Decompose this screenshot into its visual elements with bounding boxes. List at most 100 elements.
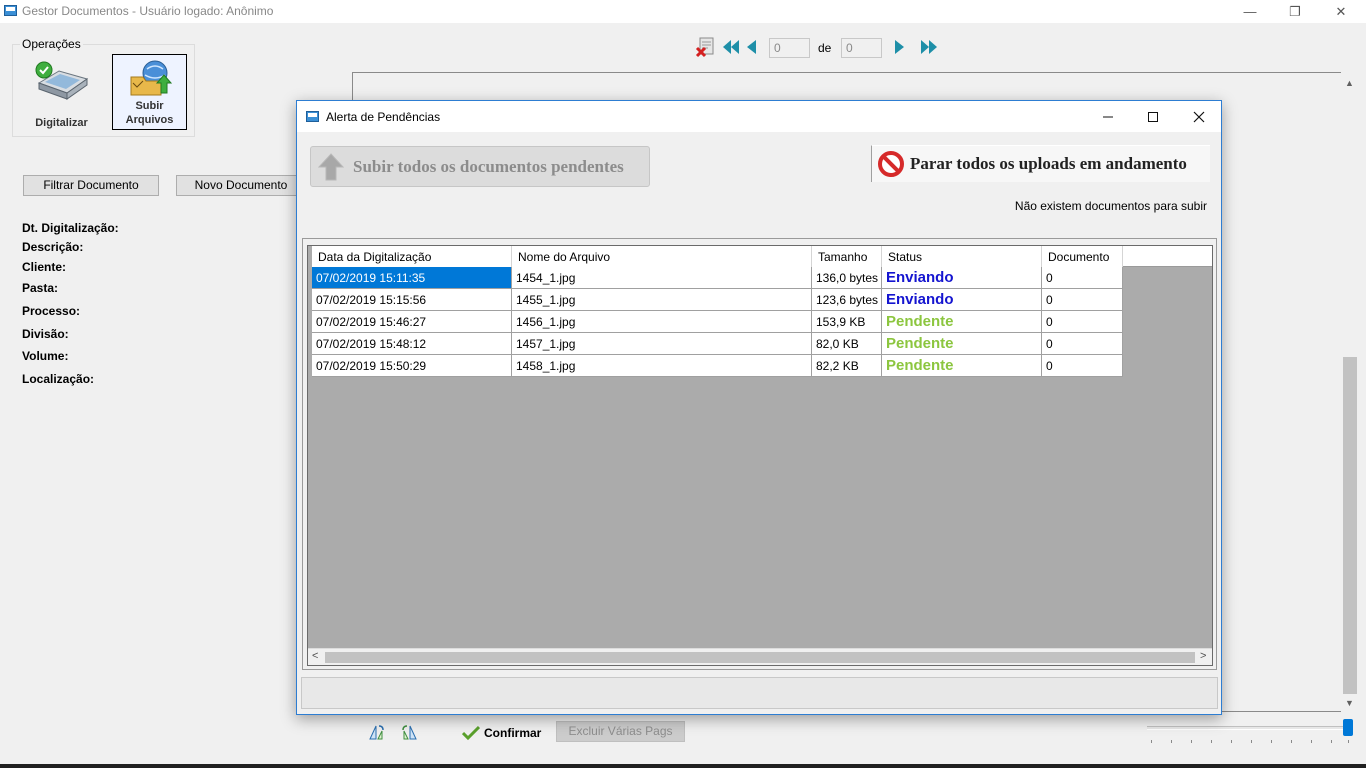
novo-documento-button[interactable]: Novo Documento [176,175,306,196]
viewer-vertical-scrollbar[interactable]: ▲ ▼ [1341,72,1359,712]
table-row[interactable]: 07/02/2019 15:48:12 1457_1.jpg 82,0 KB P… [312,333,1123,355]
slider-tick [1331,740,1332,743]
operations-label: Operações [20,37,83,51]
slider-tick [1211,740,1212,743]
table-row[interactable]: 07/02/2019 15:50:29 1458_1.jpg 82,2 KB P… [312,355,1123,377]
prohibited-icon [878,151,904,177]
minimize-icon [1103,116,1113,117]
label-pasta: Pasta: [22,281,59,295]
slider-tick [1251,740,1252,743]
cell-date[interactable]: 07/02/2019 15:50:29 [312,355,512,377]
column-header-document[interactable]: Documento [1042,246,1123,267]
dialog-close-button[interactable] [1176,101,1222,132]
slider-tick [1271,740,1272,743]
column-header-size[interactable]: Tamanho [812,246,882,267]
upload-arrow-icon [317,152,345,180]
confirm-button[interactable]: Confirmar [462,723,541,743]
cell-date[interactable]: 07/02/2019 15:46:27 [312,311,512,333]
scroll-left-icon[interactable]: < [312,650,318,662]
scanner-icon [35,61,88,100]
label-dt-digitalizacao: Dt. Digitalização: [22,221,119,235]
rotate-left-icon[interactable] [367,723,385,741]
cell-size[interactable]: 153,9 KB [812,311,882,333]
cell-date[interactable]: 07/02/2019 15:15:56 [312,289,512,311]
cell-filename[interactable]: 1455_1.jpg [512,289,812,311]
slider-tick [1171,740,1172,743]
cell-status[interactable]: Pendente [882,355,1042,377]
column-header-status[interactable]: Status [882,246,1042,267]
slider-tick [1311,740,1312,743]
table-scroll-thumb[interactable] [325,652,1195,663]
next-page-icon[interactable] [893,38,907,56]
dialog-title: Alerta de Pendências [326,110,441,124]
cell-document[interactable]: 0 [1042,333,1123,355]
total-pages-input[interactable]: 0 [841,38,882,58]
cell-status[interactable]: Enviando [882,267,1042,289]
page-separator-label: de [818,41,832,55]
digitalizar-button[interactable]: Digitalizar [24,57,99,133]
scroll-up-icon[interactable]: ▲ [1345,78,1354,88]
label-localizacao: Localização: [22,372,95,386]
filtrar-documento-button[interactable]: Filtrar Documento [23,175,159,196]
cell-size[interactable]: 82,2 KB [812,355,882,377]
cell-status[interactable]: Pendente [882,333,1042,355]
zoom-slider-thumb[interactable] [1343,719,1353,736]
dialog-maximize-button[interactable] [1130,101,1176,132]
scroll-down-icon[interactable]: ▼ [1345,698,1354,708]
previous-page-icon[interactable] [744,38,758,56]
label-descricao: Descrição: [22,240,84,254]
close-icon [1193,111,1205,122]
subir-arquivos-button[interactable]: Subir Arquivos [112,54,187,130]
scroll-right-icon[interactable]: > [1200,650,1206,662]
table-row[interactable]: 07/02/2019 15:46:27 1456_1.jpg 153,9 KB … [312,311,1123,333]
no-documents-message: Não existem documentos para subir [1014,199,1207,213]
column-header-filename[interactable]: Nome do Arquivo [512,246,812,267]
cell-size[interactable]: 136,0 bytes [812,267,882,289]
last-page-icon[interactable] [919,38,939,56]
restore-button[interactable]: ❐ [1272,0,1318,23]
current-page-input[interactable]: 0 [769,38,810,58]
cell-status[interactable]: Enviando [882,289,1042,311]
cell-document[interactable]: 0 [1042,267,1123,289]
cell-document[interactable]: 0 [1042,355,1123,377]
slider-tick [1151,740,1152,743]
pending-documents-table[interactable]: Data da Digitalização Nome do Arquivo Ta… [307,245,1213,666]
table-row[interactable]: 07/02/2019 15:15:56 1455_1.jpg 123,6 byt… [312,289,1123,311]
maximize-icon [1148,111,1158,122]
cell-filename[interactable]: 1458_1.jpg [512,355,812,377]
column-header-date[interactable]: Data da Digitalização [312,246,512,267]
cell-size[interactable]: 82,0 KB [812,333,882,355]
stop-all-uploads-button[interactable]: Parar todos os uploads em andamento [871,145,1210,182]
zoom-slider-track[interactable] [1147,726,1352,730]
first-page-icon[interactable] [721,38,741,56]
rotate-right-icon[interactable] [401,723,419,741]
upload-all-button[interactable]: Subir todos os documentos pendentes [310,146,650,187]
slider-tick [1348,740,1349,743]
folder-upload-icon [130,60,172,96]
cell-date[interactable]: 07/02/2019 15:48:12 [312,333,512,355]
table-row[interactable]: 07/02/2019 15:11:35 1454_1.jpg 136,0 byt… [312,267,1123,289]
pending-alert-dialog: Alerta de Pendências Subir todos os docu… [296,100,1222,715]
cell-document[interactable]: 0 [1042,311,1123,333]
dialog-titlebar: Alerta de Pendências [297,101,1221,132]
label-divisao: Divisão: [22,327,69,341]
delete-page-icon[interactable] [695,36,717,58]
main-titlebar: Gestor Documentos - Usuário logado: Anôn… [0,0,1366,23]
viewer-scroll-thumb[interactable] [1343,357,1357,694]
label-volume: Volume: [22,349,69,363]
excluir-varias-pags-button[interactable]: Excluir Várias Pags [556,721,685,742]
cell-date[interactable]: 07/02/2019 15:11:35 [312,267,512,289]
stop-all-label: Parar todos os uploads em andamento [910,154,1187,173]
cell-filename[interactable]: 1454_1.jpg [512,267,812,289]
cell-status[interactable]: Pendente [882,311,1042,333]
pending-grid-frame: Data da Digitalização Nome do Arquivo Ta… [302,238,1217,670]
close-button[interactable]: ✕ [1318,0,1364,23]
cell-filename[interactable]: 1457_1.jpg [512,333,812,355]
table-horizontal-scrollbar[interactable]: < > [308,648,1212,665]
label-cliente: Cliente: [22,260,67,274]
cell-filename[interactable]: 1456_1.jpg [512,311,812,333]
cell-document[interactable]: 0 [1042,289,1123,311]
cell-size[interactable]: 123,6 bytes [812,289,882,311]
minimize-button[interactable]: — [1227,0,1273,23]
dialog-minimize-button[interactable] [1085,101,1131,132]
